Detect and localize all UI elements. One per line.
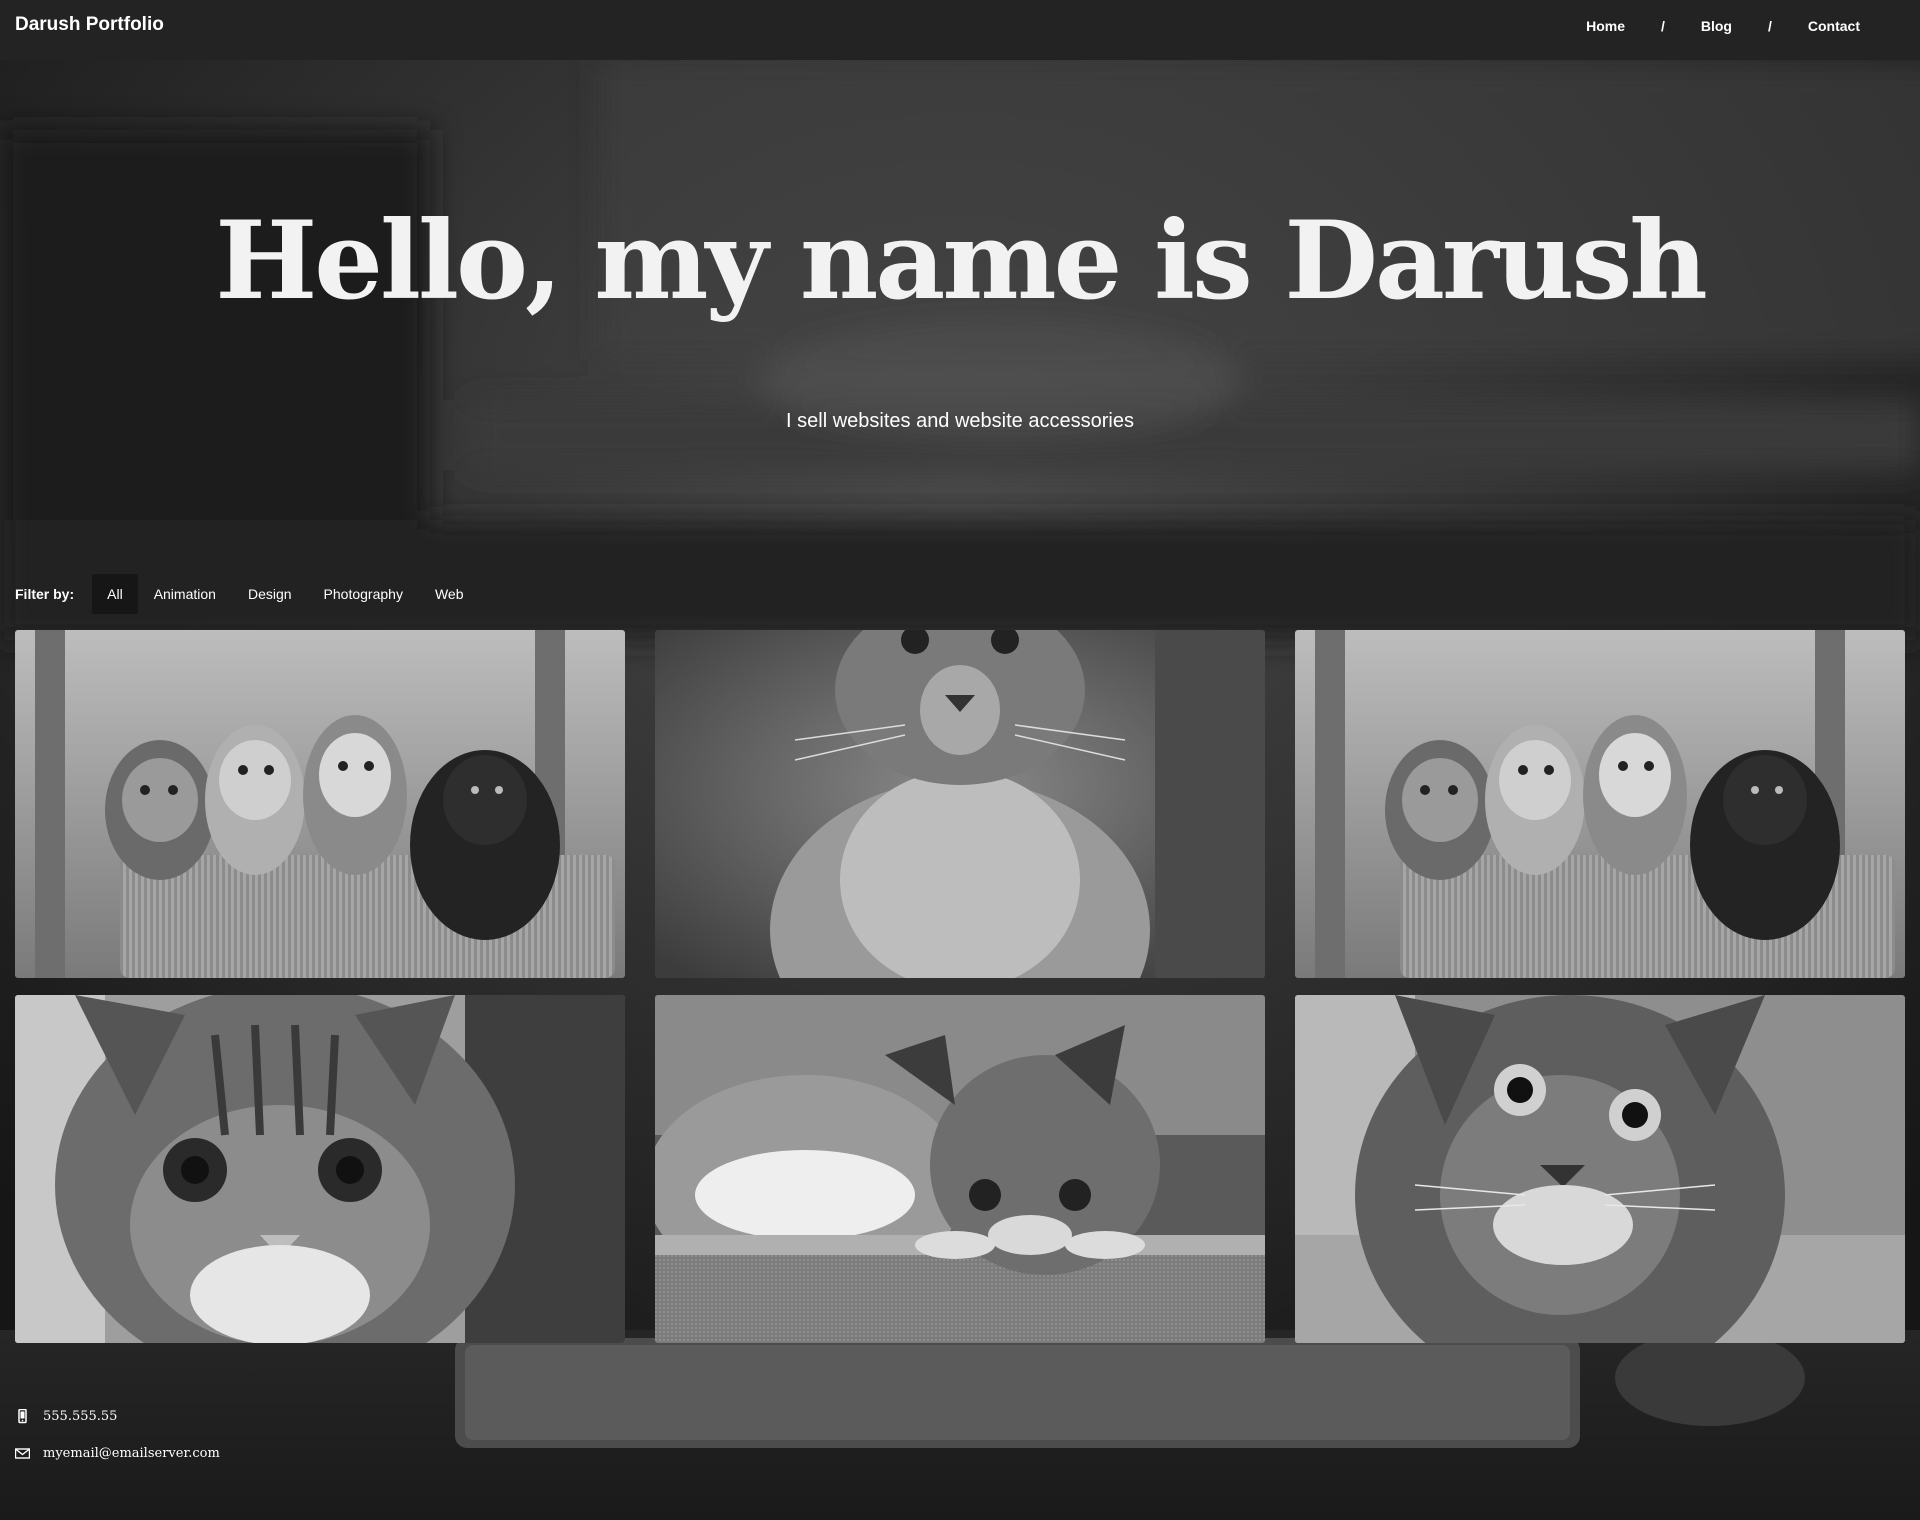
filter-animation-button[interactable]: Animation: [138, 574, 232, 614]
keyboard-graphic: [455, 1338, 1580, 1448]
filter-web-button[interactable]: Web: [419, 574, 480, 614]
filter-all-button[interactable]: All: [92, 574, 138, 614]
nav-links: Home / Blog / Contact: [1586, 17, 1860, 35]
contact-info: 555.555.55 myemail@emailserver.com: [15, 1406, 220, 1480]
kitten-portrait-photo: [1295, 995, 1905, 1343]
four-kittens-in-basket-photo: [15, 630, 625, 978]
kitten-on-table-photo: [655, 995, 1265, 1343]
email-row: myemail@emailserver.com: [15, 1443, 220, 1463]
envelope-icon: [15, 1447, 30, 1459]
page: Darush Portfolio Home / Blog / Contact H…: [0, 0, 1920, 1520]
navbar: Darush Portfolio Home / Blog / Contact: [0, 0, 1920, 60]
portfolio-item[interactable]: [15, 630, 625, 978]
hero-title: Hello, my name is Darush: [215, 198, 1708, 324]
nav-contact-link[interactable]: Contact: [1808, 17, 1860, 35]
email-link[interactable]: myemail@emailserver.com: [43, 1446, 220, 1461]
portfolio-item[interactable]: [15, 995, 625, 1343]
phone-row: 555.555.55: [15, 1406, 220, 1426]
nav-separator: /: [1660, 18, 1665, 34]
portfolio-item[interactable]: [1295, 995, 1905, 1343]
tabby-kitten-closeup-photo: [15, 995, 625, 1343]
nav-blog-link[interactable]: Blog: [1701, 17, 1732, 35]
four-kittens-in-basket-photo: [1295, 630, 1905, 978]
portfolio-item[interactable]: [655, 630, 1265, 978]
filter-photography-button[interactable]: Photography: [308, 574, 419, 614]
kitten-looking-up-photo: [655, 630, 1265, 978]
filter-label: Filter by:: [15, 586, 75, 602]
portfolio-item[interactable]: [655, 995, 1265, 1343]
phone-number: 555.555.55: [43, 1408, 118, 1424]
nav-separator: /: [1767, 18, 1772, 34]
brand-link[interactable]: Darush Portfolio: [15, 14, 164, 36]
filter-bar: Filter by: All Animation Design Photogra…: [15, 574, 480, 614]
portfolio-grid: [15, 630, 1905, 1343]
hero-subtitle: I sell websites and website accessories: [786, 410, 1134, 432]
portfolio-item[interactable]: [1295, 630, 1905, 978]
filter-design-button[interactable]: Design: [232, 574, 308, 614]
nav-home-link[interactable]: Home: [1586, 17, 1625, 35]
mobile-phone-icon: [18, 1408, 27, 1423]
